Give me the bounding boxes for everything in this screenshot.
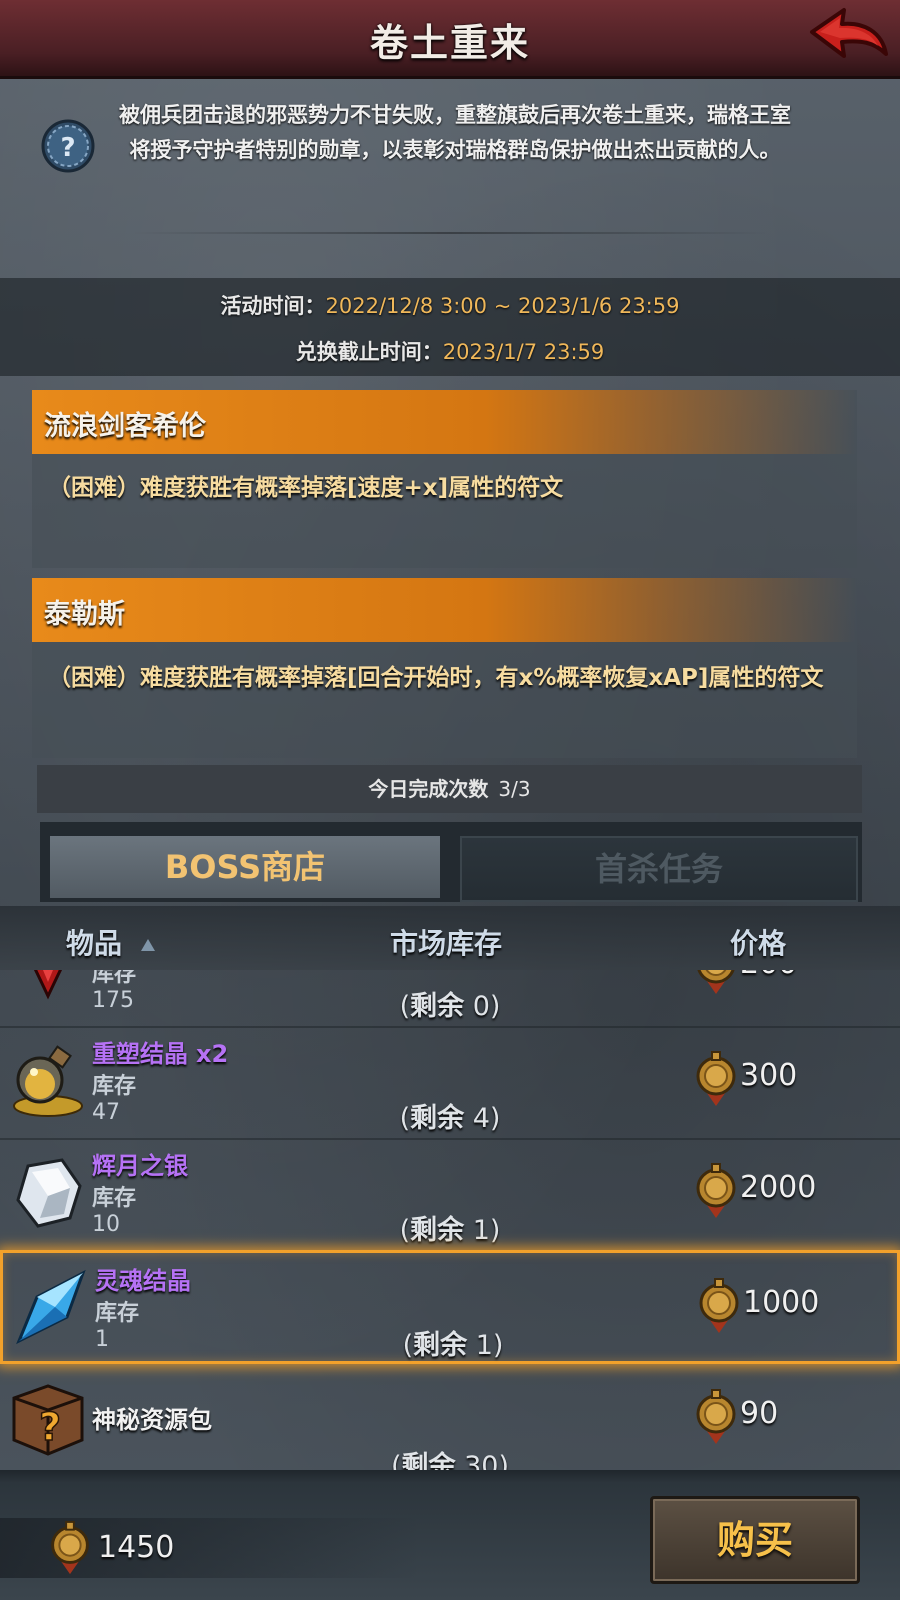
boss-header: 泰勒斯	[32, 578, 857, 642]
stock-value: 47	[92, 1100, 120, 1125]
daily-completion: 今日完成次数 3/3	[37, 765, 862, 813]
item-name: 辉月之银	[92, 1152, 188, 1180]
shop-item-row[interactable]: 辉月之银 库存 10 (剩余 1) 2000	[0, 1138, 900, 1252]
price-value: 200	[740, 970, 797, 981]
table-header: 物品 市场库存 价格	[0, 906, 900, 970]
boss-name: 流浪剑客希伦	[44, 411, 206, 442]
column-item[interactable]: 物品	[66, 922, 122, 962]
divider	[130, 232, 770, 234]
tab-first-kill-tasks[interactable]: 首杀任务	[460, 836, 858, 902]
item-name-text: 重塑结晶	[92, 1040, 188, 1068]
currency-balance: 1450	[98, 1530, 175, 1565]
back-arrow-icon[interactable]	[804, 4, 890, 68]
remaining-label: 剩余	[410, 1103, 465, 1134]
help-icon[interactable]: ?	[40, 118, 96, 174]
sort-asc-icon[interactable]	[140, 938, 156, 952]
activity-time-value: 2022/12/8 3:00 ~ 2023/1/6 23:59	[325, 294, 680, 318]
remaining-label: 剩余	[410, 991, 465, 1022]
remaining-stock: (剩余 4)	[399, 1103, 501, 1134]
price-value: 2000	[740, 1170, 817, 1205]
stock-label: 库存	[95, 1301, 140, 1326]
buy-button[interactable]: 购买	[650, 1496, 860, 1584]
remaining-label: 剩余	[413, 1330, 468, 1361]
gold-flask-icon	[13, 1045, 83, 1117]
boss-drop-text: （困难）难度获胜有概率掉落[速度+x]属性的符文	[48, 475, 564, 501]
remaining-value: 30	[464, 1451, 499, 1470]
page-title: 卷土重来	[369, 21, 530, 65]
shop-item-row-selected[interactable]: 灵魂结晶 库存 1 (剩余 1) 1000	[0, 1250, 900, 1364]
stock-label: 库存	[92, 1186, 137, 1211]
exchange-deadline-value: 2023/1/7 23:59	[442, 340, 605, 364]
boss-header: 流浪剑客希伦	[32, 390, 857, 454]
boss-card: 泰勒斯 （困难）难度获胜有概率掉落[回合开始时，有x%概率恢复xAP]属性的符文	[32, 578, 857, 758]
item-name: 灵魂结晶	[95, 1267, 191, 1295]
stock-value: 1	[95, 1327, 109, 1352]
silver-ore-icon	[16, 1158, 82, 1228]
medal-coin-icon	[696, 1389, 736, 1444]
boss-name: 泰勒斯	[44, 599, 125, 630]
item-name: 神秘资源包	[92, 1406, 212, 1434]
remaining-value: 1	[472, 1215, 490, 1246]
boss-drop-text: （困难）难度获胜有概率掉落[回合开始时，有x%概率恢复xAP]属性的符文	[48, 665, 824, 691]
item-name: 重塑结晶 x2	[92, 1034, 228, 1069]
remaining-value: 4	[472, 1103, 490, 1134]
activity-time-label: 活动时间：	[220, 294, 326, 318]
activity-time: 活动时间：2022/12/8 3:00 ~ 2023/1/6 23:59	[0, 290, 900, 320]
remaining-value: 0	[472, 991, 490, 1022]
price-value: 90	[740, 1396, 779, 1431]
remaining-label: 剩余	[410, 1215, 465, 1246]
shop-item-row[interactable]: 库存 175 (剩余 0) 200	[0, 970, 900, 1028]
remaining-stock: (剩余 1)	[399, 1215, 501, 1246]
medal-coin-icon	[696, 1163, 736, 1218]
shop-item-list[interactable]: 库存 175 (剩余 0) 200 重塑结晶 x2 库存 47 (剩余 4)	[0, 970, 900, 1470]
remaining-stock: (剩余 30)	[340, 1444, 560, 1470]
shop-item-row[interactable]: ? 神秘资源包 (剩余 30) 90	[0, 1364, 900, 1470]
medal-coin-icon	[51, 1520, 89, 1575]
price-value: 300	[740, 1058, 798, 1093]
medal-coin-icon	[696, 1051, 736, 1106]
completion-count: 3/3	[498, 777, 531, 801]
stock-value: 175	[92, 988, 134, 1013]
red-gem-icon	[33, 970, 63, 1000]
price-value: 1000	[743, 1285, 820, 1320]
shop-item-row[interactable]: 重塑结晶 x2 库存 47 (剩余 4) 300	[0, 1026, 900, 1140]
event-time-panel: 活动时间：2022/12/8 3:00 ~ 2023/1/6 23:59 兑换截…	[0, 278, 900, 376]
remaining-stock: (剩余 1)	[402, 1330, 504, 1361]
remaining-stock: (剩余 0)	[399, 991, 501, 1022]
svg-text:?: ?	[60, 133, 75, 163]
svg-text:?: ?	[39, 1405, 61, 1449]
column-stock: 市场库存	[390, 927, 503, 960]
stock-label: 库存	[92, 1074, 137, 1099]
boss-card: 流浪剑客希伦 （困难）难度获胜有概率掉落[速度+x]属性的符文	[32, 390, 857, 568]
remaining-label: 剩余	[401, 1451, 456, 1470]
column-price: 价格	[730, 927, 787, 960]
item-quantity: x2	[196, 1040, 229, 1068]
exchange-deadline: 兑换截止时间：2023/1/7 23:59	[0, 336, 900, 366]
title-bar: 卷土重来	[0, 0, 900, 79]
mystery-crate-icon: ?	[12, 1384, 84, 1456]
stock-label: 库存	[92, 970, 137, 987]
completion-label: 今日完成次数	[368, 777, 489, 801]
remaining-value: 1	[475, 1330, 493, 1361]
blue-crystal-icon	[16, 1269, 86, 1345]
exchange-deadline-label: 兑换截止时间：	[295, 340, 443, 364]
medal-coin-icon	[699, 1278, 739, 1333]
tab-boss-shop[interactable]: BOSS商店	[50, 836, 440, 898]
event-description: 被佣兵团击退的邪恶势力不甘失败，重整旗鼓后再次卷土重来，瑞格王室将授予守护者特别…	[119, 103, 791, 162]
stock-value: 10	[92, 1212, 120, 1237]
medal-coin-icon	[697, 970, 735, 994]
